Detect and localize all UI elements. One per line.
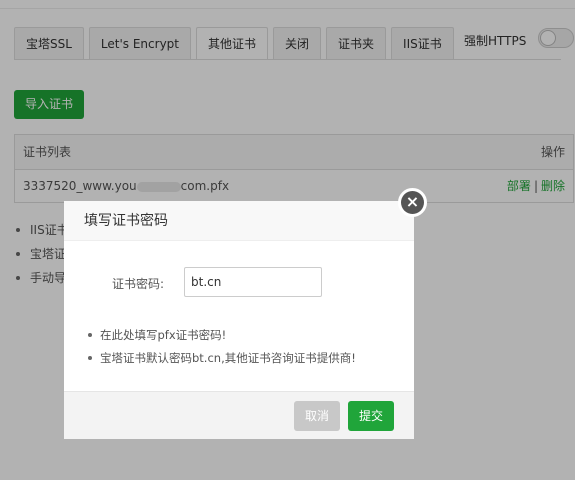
list-item: 在此处填写pfx证书密码! <box>86 327 356 350</box>
close-dialog-button[interactable]: × <box>398 188 427 217</box>
dialog-title: 填写证书密码 <box>64 201 414 241</box>
dialog-footer: 取消 提交 <box>64 391 414 439</box>
cancel-button[interactable]: 取消 <box>294 401 340 431</box>
close-icon: × <box>401 191 424 214</box>
certificate-password-dialog: 填写证书密码 证书密码: 在此处填写pfx证书密码! 宝塔证书默认密码bt.cn… <box>64 201 414 439</box>
submit-button[interactable]: 提交 <box>348 401 394 431</box>
password-tips: 在此处填写pfx证书密码! 宝塔证书默认密码bt.cn,其他证书咨询证书提供商! <box>86 327 356 373</box>
password-field-label: 证书密码: <box>112 277 165 291</box>
list-item: 宝塔证书默认密码bt.cn,其他证书咨询证书提供商! <box>86 350 356 373</box>
certificate-password-input[interactable] <box>184 267 322 297</box>
